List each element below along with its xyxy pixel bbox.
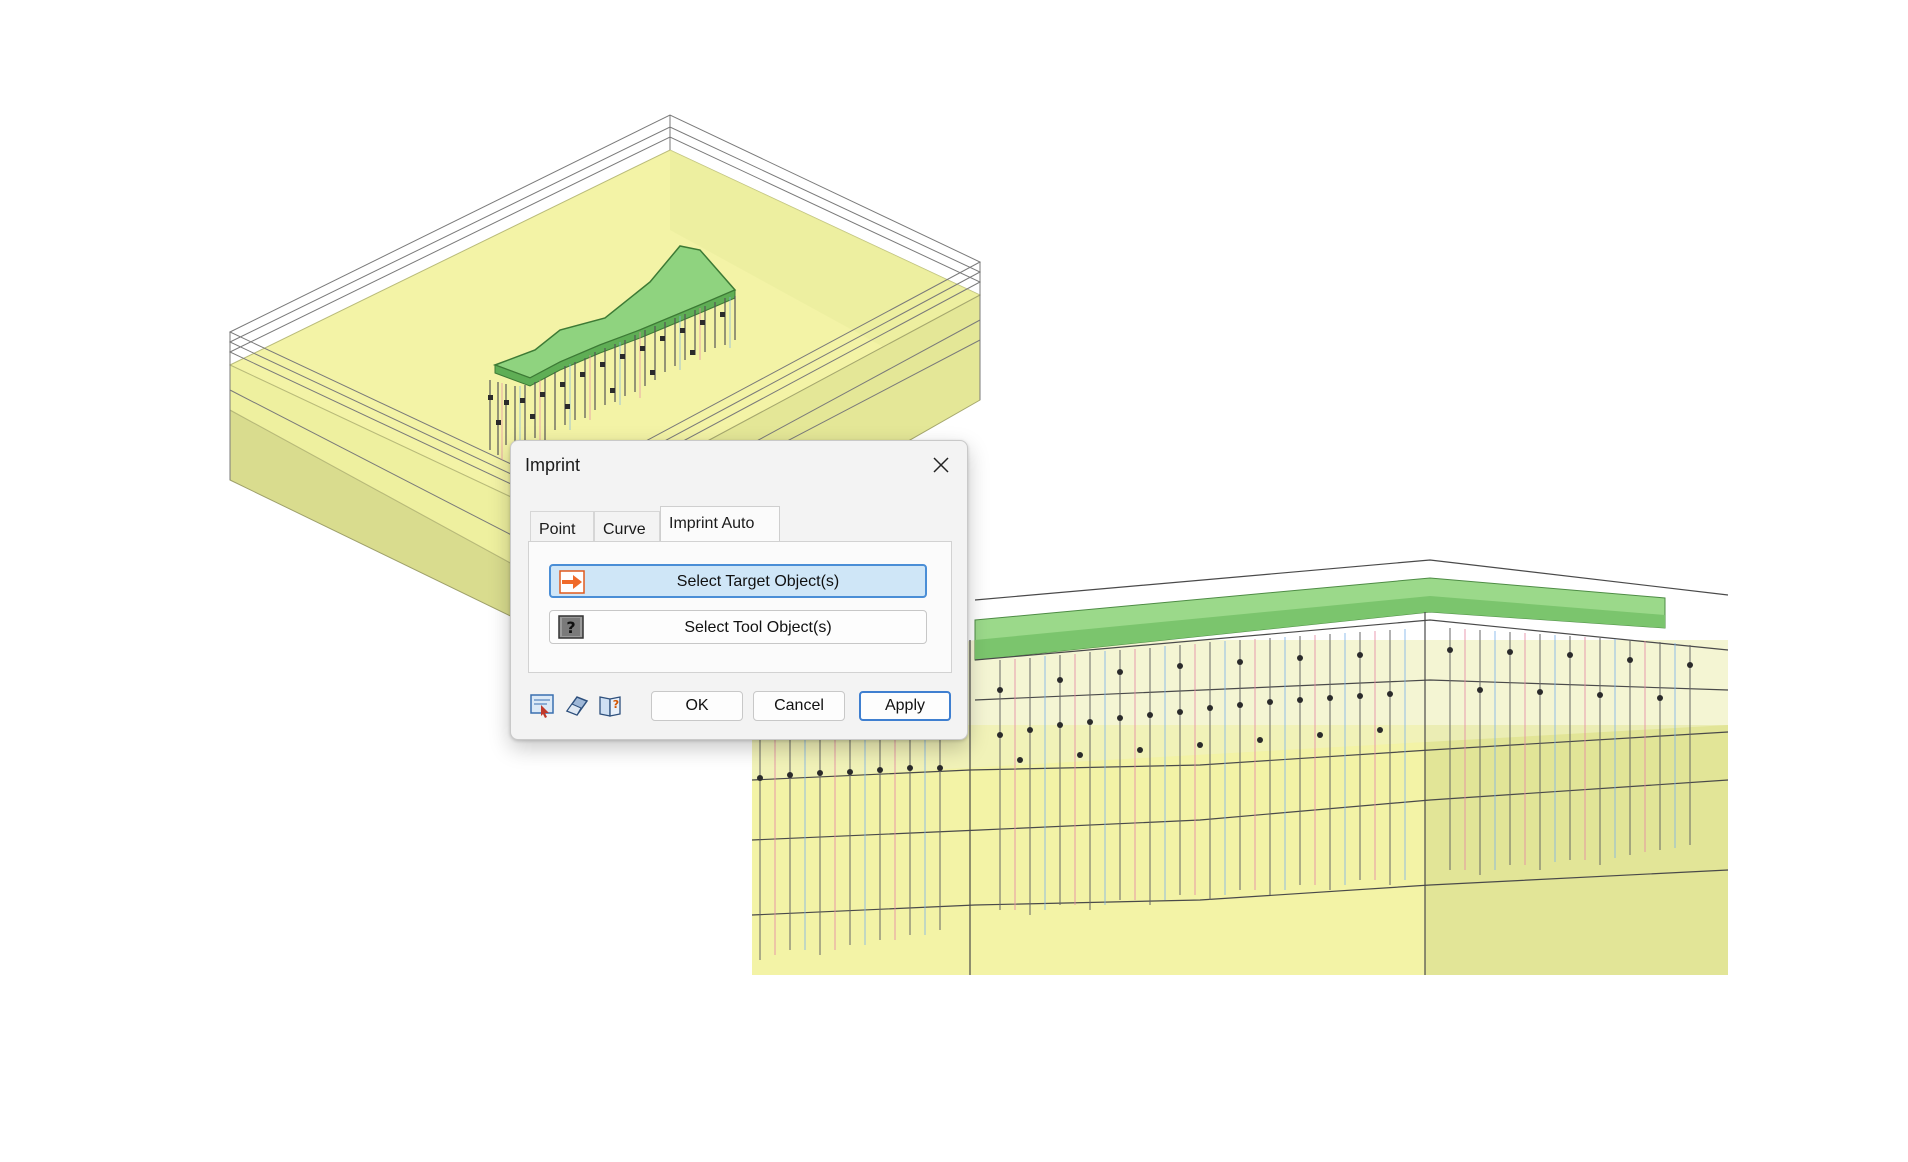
tab-imprint-auto-label: Imprint Auto [669,515,755,532]
tab-point[interactable]: Point [530,511,594,541]
close-button[interactable] [925,449,957,481]
dialog-title-bar[interactable]: Imprint [511,441,967,489]
imprint-dialog: Imprint Point Curve Imprint Auto Select … [510,440,968,740]
apply-button[interactable]: Apply [859,691,951,721]
imprint-auto-panel: Select Target Object(s) ? Select Tool Ob… [528,541,952,673]
close-icon [933,457,949,473]
select-tool-label: Select Tool Object(s) [684,619,832,636]
select-tool-button[interactable]: ? Select Tool Object(s) [549,610,927,644]
tab-point-label: Point [539,521,576,538]
select-target-button[interactable]: Select Target Object(s) [549,564,927,598]
select-target-label: Select Target Object(s) [676,573,840,590]
eraser-icon[interactable] [563,691,591,719]
cancel-button[interactable]: Cancel [753,691,845,721]
svg-text:?: ? [566,618,575,637]
question-icon: ? [558,615,584,639]
zoom-soil-right-face [1425,725,1728,975]
svg-text:?: ? [613,698,619,711]
dialog-title: Imprint [525,455,581,475]
ok-button[interactable]: OK [651,691,743,721]
arrow-right-icon [559,570,585,594]
tab-curve[interactable]: Curve [594,511,660,541]
tab-imprint-auto[interactable]: Imprint Auto [660,506,780,541]
tab-curve-label: Curve [603,521,646,538]
help-book-icon[interactable]: ? [597,691,625,719]
select-view-icon[interactable] [529,691,557,719]
